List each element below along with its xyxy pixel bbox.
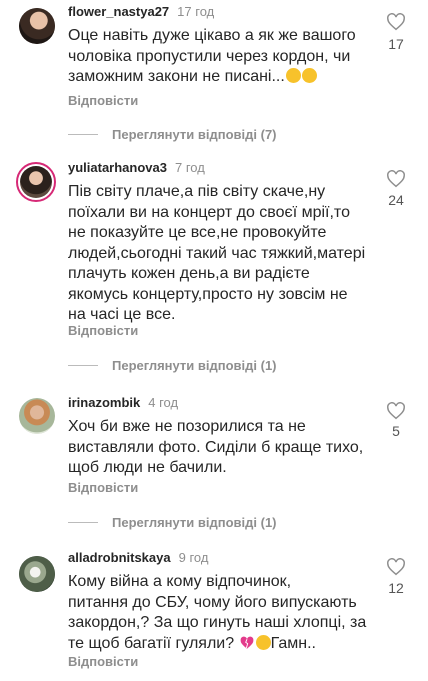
pensive-face-emoji-icon xyxy=(255,634,271,650)
heart-outline-icon[interactable] xyxy=(386,558,406,576)
reply-button[interactable]: Відповісти xyxy=(68,654,138,669)
like-count: 17 xyxy=(388,36,404,52)
divider-line xyxy=(68,365,98,366)
heart-outline-icon[interactable] xyxy=(386,170,406,188)
comment-username[interactable]: yuliatarhanova3 7 год xyxy=(68,160,205,175)
view-replies-button[interactable]: Переглянути відповіді (1) xyxy=(68,358,277,373)
avatar[interactable] xyxy=(19,398,55,434)
comment-time: 17 год xyxy=(177,4,215,19)
avatar[interactable] xyxy=(16,162,56,202)
avatar[interactable] xyxy=(19,8,55,44)
view-replies-button[interactable]: Переглянути відповіді (1) xyxy=(68,515,277,530)
comment-username[interactable]: irinazombik 4 год xyxy=(68,395,178,410)
heart-outline-icon[interactable] xyxy=(386,402,406,420)
like-count: 24 xyxy=(388,192,404,208)
like-count: 5 xyxy=(392,423,400,439)
comment-time: 7 год xyxy=(175,160,205,175)
comment-time: 4 год xyxy=(148,395,179,410)
comment-text: Кому війна а кому відпочинок, питання до… xyxy=(68,573,367,652)
comment-username[interactable]: flower_nastya27 17 год xyxy=(68,4,214,19)
comment-time: 9 год xyxy=(178,550,209,565)
comment-text: Хоч би вже не позорилися та не виставлял… xyxy=(68,418,364,476)
reply-button[interactable]: Відповісти xyxy=(68,323,138,338)
view-replies-button[interactable]: Переглянути відповіді (7) xyxy=(68,127,277,142)
shushing-face-emoji-icon xyxy=(301,68,317,83)
reply-button[interactable]: Відповісти xyxy=(68,93,138,108)
heart-outline-icon[interactable] xyxy=(386,13,406,31)
comment-text: Пів світу плаче,а пів світу скаче,ну пої… xyxy=(68,183,366,323)
comment-text: Оце навіть дуже цікаво а як же вашого чо… xyxy=(68,27,356,85)
divider-line xyxy=(68,522,98,523)
divider-line xyxy=(68,134,98,135)
broken-heart-emoji-icon xyxy=(240,636,254,649)
shushing-face-emoji-icon xyxy=(285,68,301,83)
reply-button[interactable]: Відповісти xyxy=(68,480,138,495)
comment-username[interactable]: alladrobnitskaya 9 год xyxy=(68,550,208,565)
like-count: 12 xyxy=(388,580,404,596)
avatar[interactable] xyxy=(19,556,55,592)
